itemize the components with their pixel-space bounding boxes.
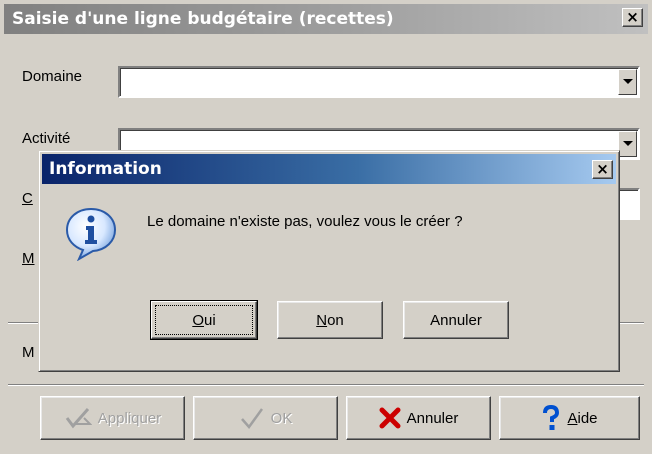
hidden-field-label-c: C [22,190,33,207]
hidden-field-label-m: M [22,250,35,267]
hidden-field-label-m2: M [22,344,35,361]
window-title: Saisie d'une ligne budgétaire (recettes) [12,9,394,29]
help-button[interactable]: Aide [499,396,640,440]
ok-label: OK [270,409,293,427]
cancel-button[interactable]: Annuler [346,396,491,440]
dialog-cancel-label: Annuler [430,311,482,329]
separator [8,384,644,386]
no-button[interactable]: Non [277,301,383,339]
dialog-message: Le domaine n'existe pas, voulez vous le … [147,213,463,230]
domaine-label: Domaine [22,68,83,85]
yes-label: Oui [192,311,216,329]
domaine-combobox[interactable] [118,66,640,98]
information-dialog: Information × Le domaine n'existe pas, v… [38,150,620,372]
activite-label: Activité [22,130,71,147]
info-icon [65,207,117,261]
dialog-titlebar[interactable]: Information × [42,154,616,184]
help-label: Aide [567,409,598,427]
yes-button[interactable]: Oui [151,301,257,339]
red-x-icon [379,407,401,429]
checkmark-icon [240,408,263,430]
chevron-down-icon[interactable] [618,131,637,157]
close-icon[interactable]: × [622,8,643,27]
ok-button[interactable]: OK [193,396,338,440]
chevron-down-icon[interactable] [618,69,637,95]
window-titlebar[interactable]: Saisie d'une ligne budgétaire (recettes) [4,4,648,34]
apply-label: Appliquer [97,409,162,427]
dialog-title: Information [49,159,162,179]
close-icon[interactable]: × [592,160,613,179]
no-label: Non [316,311,344,329]
help-question-icon [543,405,560,430]
apply-button[interactable]: Appliquer [40,396,185,440]
dialog-cancel-button[interactable]: Annuler [403,301,509,339]
cancel-label: Annuler [406,409,459,427]
apply-icon [65,408,92,429]
